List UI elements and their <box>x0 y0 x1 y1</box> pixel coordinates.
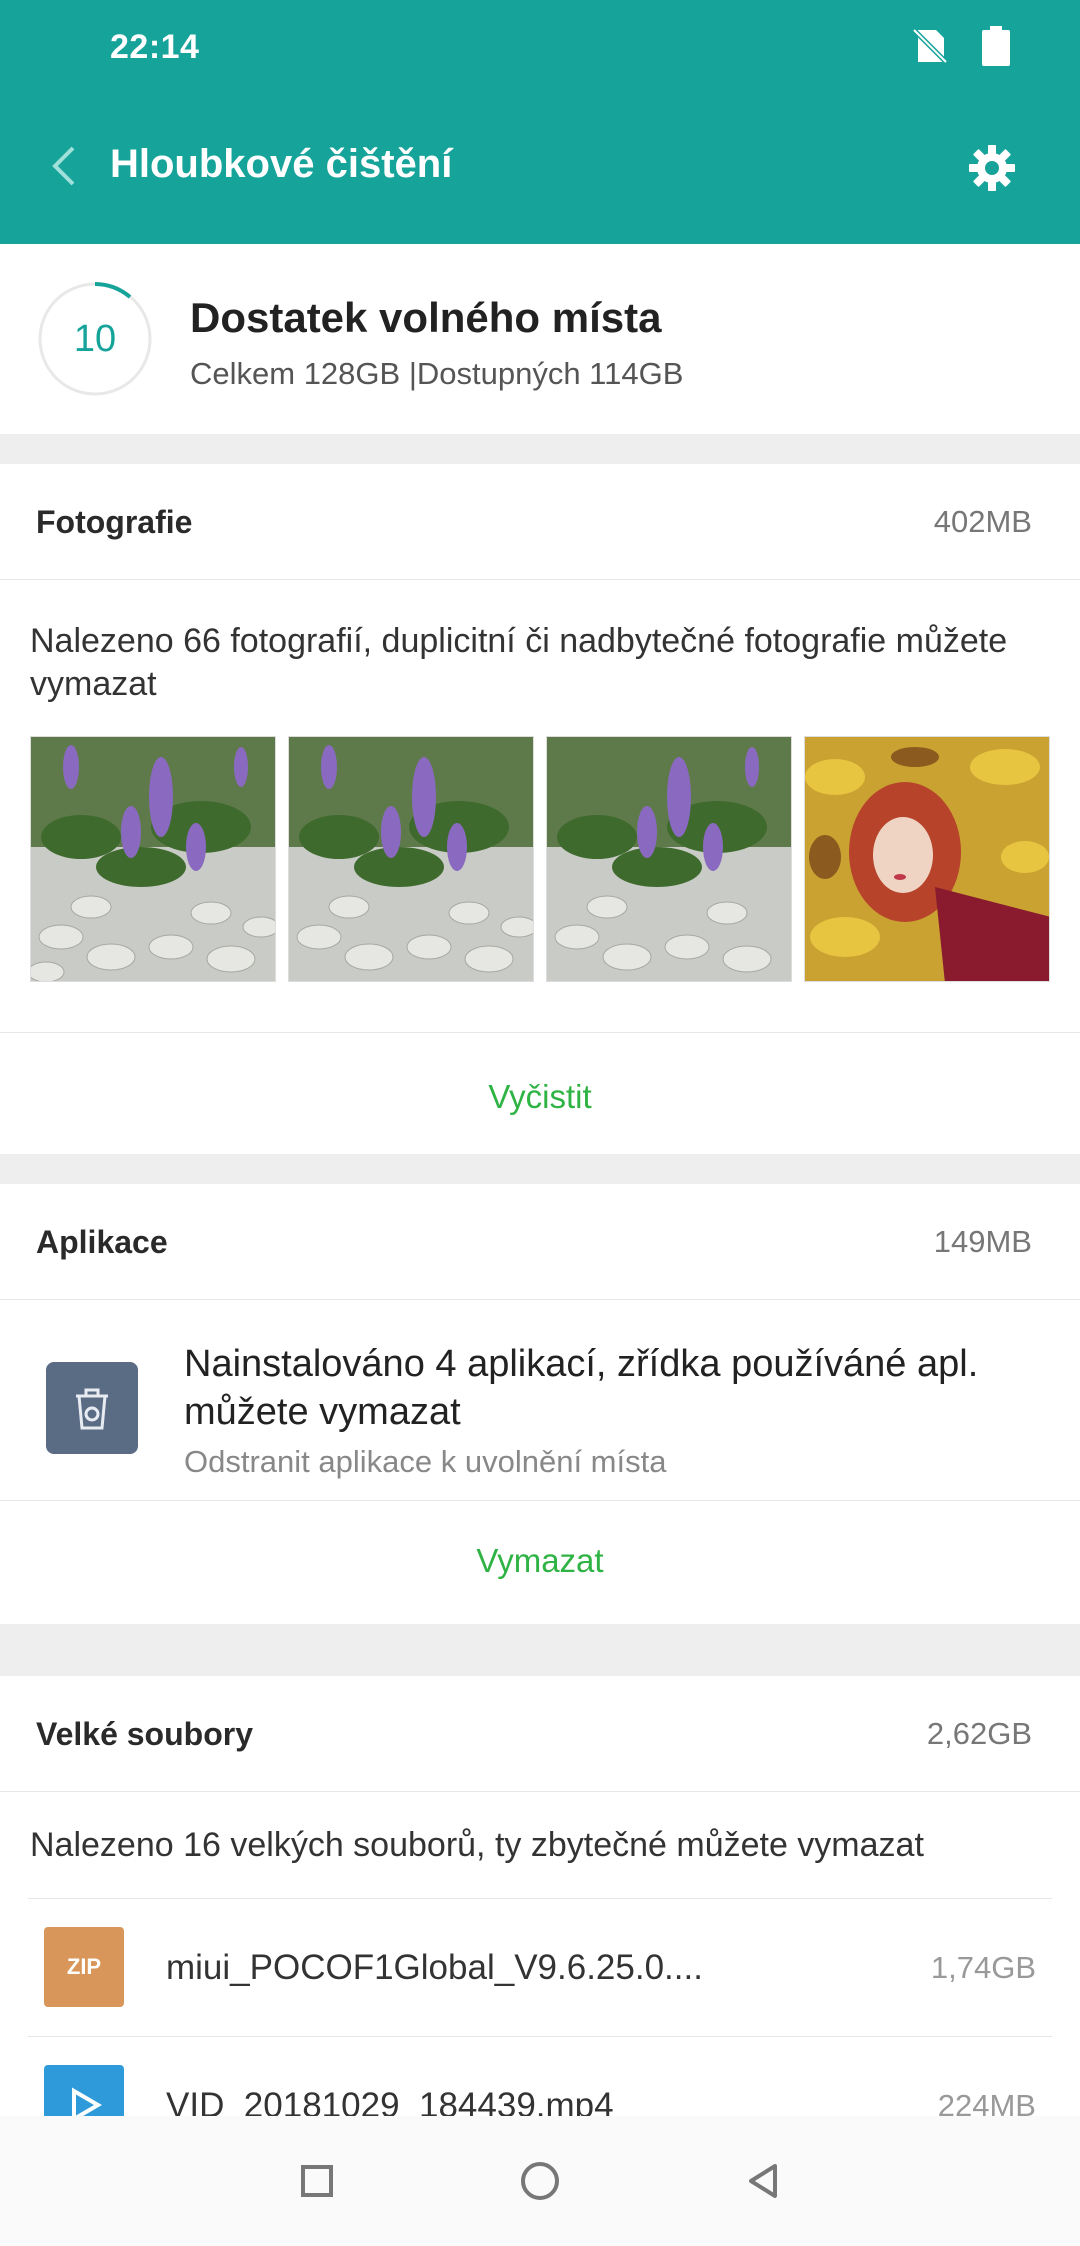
summary-subtitle: Celkem 128GB |Dostupných 114GB <box>190 356 684 391</box>
photos-divider <box>0 1032 1080 1033</box>
home-button[interactable] <box>505 2146 575 2216</box>
photos-title: Fotografie <box>36 504 193 540</box>
apps-description: Nainstalováno 4 aplikací, zřídka používá… <box>184 1343 979 1433</box>
status-icons <box>910 26 1012 71</box>
storage-summary: 10 Dostatek volného místa Celkem 128GB |… <box>0 244 1080 434</box>
gear-icon <box>969 145 1015 191</box>
recents-button[interactable] <box>282 2146 352 2216</box>
page-title: Hloubkové čištění <box>110 142 453 186</box>
large-files-card: Velké soubory 2,62GB Nalezeno 16 velkých… <box>0 1676 1080 2145</box>
photos-card: Fotografie 402MB Nalezeno 66 fotografií,… <box>0 464 1080 1154</box>
zip-file-icon: ZIP <box>44 1927 124 2007</box>
portrait-leaves-photo[interactable] <box>804 736 1050 982</box>
battery-icon <box>980 26 1012 71</box>
score-value: 10 <box>73 317 117 360</box>
section-gap <box>0 1624 1080 1676</box>
status-time: 22:14 <box>110 28 200 66</box>
trash-app-icon <box>46 1362 138 1454</box>
photo-strip <box>30 736 1050 982</box>
large-files-description: Nalezeno 16 velkých souborů, ty zbytečné… <box>30 1826 924 1864</box>
chevron-left-icon <box>52 146 75 186</box>
photos-header[interactable]: Fotografie 402MB <box>0 464 1080 580</box>
flower-photo-1[interactable] <box>30 736 276 982</box>
flower-photo-2[interactable] <box>288 736 534 982</box>
apps-title: Aplikace <box>36 1224 168 1260</box>
circle-icon <box>521 2162 559 2200</box>
no-sim-icon <box>910 26 950 71</box>
delete-apps-button[interactable]: Vymazat <box>0 1542 1080 1580</box>
large-files-title: Velké soubory <box>36 1716 253 1752</box>
square-icon <box>301 2165 333 2197</box>
apps-card: Aplikace 149MB Nainstalováno 4 aplikací,… <box>0 1184 1080 1624</box>
settings-button[interactable] <box>960 136 1024 200</box>
large-files-header[interactable]: Velké soubory 2,62GB <box>0 1676 1080 1792</box>
apps-header[interactable]: Aplikace 149MB <box>0 1184 1080 1300</box>
clean-photos-button[interactable]: Vyčistit <box>0 1078 1080 1116</box>
file-name: miui_POCOF1Global_V9.6.25.0.... <box>166 1948 703 1987</box>
app-header: 22:14 Hloubkové čištění <box>0 0 1080 244</box>
file-size: 1,74GB <box>930 1950 1036 1985</box>
navigation-bar <box>0 2116 1080 2246</box>
file-row[interactable]: ZIP miui_POCOF1Global_V9.6.25.0.... 1,74… <box>0 1898 1080 2036</box>
summary-title: Dostatek volného místa <box>190 294 662 341</box>
apps-size: 149MB <box>933 1224 1032 1259</box>
section-gap <box>0 434 1080 464</box>
section-gap <box>0 1154 1080 1184</box>
triangle-back-icon <box>749 2164 777 2198</box>
large-files-size: 2,62GB <box>926 1716 1032 1751</box>
system-back-button[interactable] <box>728 2146 798 2216</box>
apps-divider <box>0 1500 1080 1501</box>
photos-description: Nalezeno 66 fotografií, duplicitní či na… <box>30 622 1008 703</box>
flower-photo-3[interactable] <box>546 736 792 982</box>
photos-size: 402MB <box>933 504 1032 539</box>
back-button[interactable] <box>36 138 92 194</box>
apps-subtitle: Odstranit aplikace k uvolnění místa <box>184 1444 667 1479</box>
